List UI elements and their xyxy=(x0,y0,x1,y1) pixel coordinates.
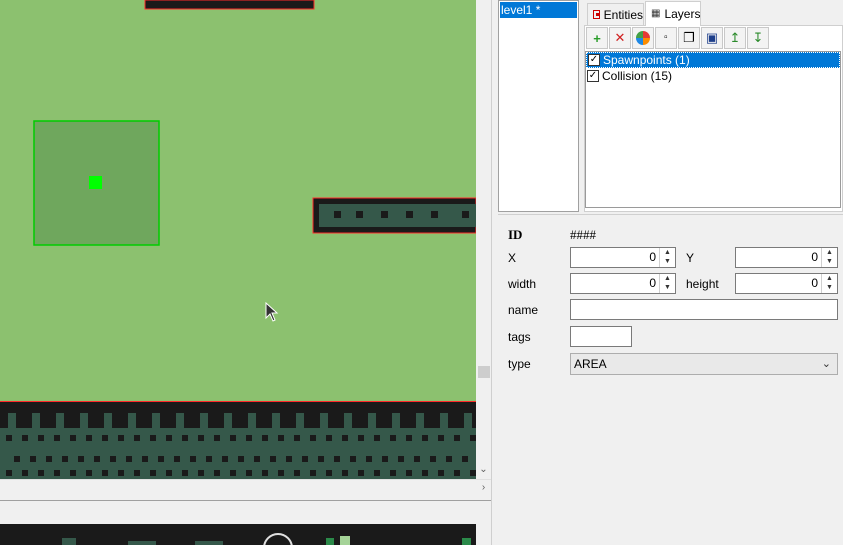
spin-up-icon: ▲ xyxy=(826,249,833,256)
panel-splitter[interactable] xyxy=(491,0,498,545)
entities-icon xyxy=(593,10,600,19)
tab-label: Entities xyxy=(603,7,643,22)
collision-ground xyxy=(0,401,476,479)
map-canvas[interactable] xyxy=(0,0,476,479)
level-item[interactable]: level1 * xyxy=(500,2,577,18)
select-layer-icon[interactable]: ▣ xyxy=(701,27,723,49)
tab-layers[interactable]: ▦ Layers xyxy=(645,1,701,26)
type-select[interactable]: AREA ⌄ xyxy=(570,353,838,375)
id-value: #### xyxy=(570,227,596,242)
delete-layer-icon[interactable]: ✕ xyxy=(609,27,631,49)
canvas-horizontal-scrollbar[interactable]: › xyxy=(0,479,491,496)
tileset-palette[interactable] xyxy=(0,524,491,545)
layer-label: Spawnpoints (1) xyxy=(603,53,690,67)
height-stepper[interactable]: ▲ ▼ xyxy=(821,274,837,293)
y-stepper[interactable]: ▲ ▼ xyxy=(821,248,837,267)
height-field[interactable]: 0 ▲ ▼ xyxy=(735,273,838,294)
layer-item-collision[interactable]: ✓ Collision (15) xyxy=(586,68,840,84)
height-label: height xyxy=(686,277,719,291)
tab-entities[interactable]: Entities xyxy=(587,3,644,25)
name-label: name xyxy=(508,303,539,317)
tags-input[interactable] xyxy=(570,326,632,347)
height-value: 0 xyxy=(811,276,818,290)
rename-layer-icon[interactable]: ▫ xyxy=(655,27,677,49)
y-label: Y xyxy=(686,251,695,265)
color-layer-icon[interactable] xyxy=(632,27,654,49)
pane-divider xyxy=(0,500,491,501)
spawnpoint-marker xyxy=(89,176,102,189)
name-input[interactable] xyxy=(570,299,838,320)
width-value: 0 xyxy=(649,276,656,290)
layer-label: Collision (15) xyxy=(602,69,673,83)
width-label: width xyxy=(508,277,537,291)
properties-divider xyxy=(498,214,843,215)
layer-list[interactable]: ✓ Spawnpoints (1) ✓ Collision (15) xyxy=(585,51,841,208)
collision-block-right xyxy=(312,197,476,234)
level-list[interactable]: level1 * xyxy=(498,0,579,212)
tags-label: tags xyxy=(508,330,531,344)
width-stepper[interactable]: ▲ ▼ xyxy=(659,274,675,293)
layers-icon: ▦ xyxy=(651,8,661,19)
move-up-icon[interactable]: ↥ xyxy=(724,27,746,49)
y-value: 0 xyxy=(811,250,818,264)
id-label: ID xyxy=(508,227,523,242)
x-label: X xyxy=(508,251,517,265)
canvas-vertical-scrollbar[interactable]: ⌄ xyxy=(476,0,491,479)
collision-block-top xyxy=(144,0,315,10)
type-value: AREA xyxy=(574,357,607,371)
spin-down-icon: ▼ xyxy=(664,284,671,291)
spin-up-icon: ▲ xyxy=(826,275,833,282)
tab-label: Layers xyxy=(664,7,701,21)
y-field[interactable]: 0 ▲ ▼ xyxy=(735,247,838,268)
x-stepper[interactable]: ▲ ▼ xyxy=(659,248,675,267)
move-down-icon[interactable]: ↧ xyxy=(747,27,769,49)
layer-item-spawnpoints[interactable]: ✓ Spawnpoints (1) xyxy=(586,52,840,68)
scroll-right-icon[interactable]: › xyxy=(476,480,491,495)
spin-up-icon: ▲ xyxy=(664,275,671,282)
tileset-tiles xyxy=(0,524,491,545)
layer-toolbar: + ✕ ▫ ❐ ▣ ↥ ↧ xyxy=(586,27,769,51)
scrollbar-thumb[interactable] xyxy=(478,366,490,378)
chevron-down-icon: ⌄ xyxy=(821,358,831,370)
x-value: 0 xyxy=(649,250,656,264)
width-field[interactable]: 0 ▲ ▼ xyxy=(570,273,676,294)
scroll-down-icon[interactable]: ⌄ xyxy=(476,462,491,477)
mouse-cursor-icon xyxy=(265,302,279,322)
duplicate-layer-icon[interactable]: ❐ xyxy=(678,27,700,49)
map-tiles xyxy=(0,0,476,479)
add-layer-icon[interactable]: + xyxy=(586,27,608,49)
x-field[interactable]: 0 ▲ ▼ xyxy=(570,247,676,268)
layer-visibility-checkbox[interactable]: ✓ xyxy=(588,54,600,66)
spin-down-icon: ▼ xyxy=(826,284,833,291)
spin-down-icon: ▼ xyxy=(664,258,671,265)
type-label: type xyxy=(508,357,531,371)
layer-visibility-checkbox[interactable]: ✓ xyxy=(587,70,599,82)
spin-down-icon: ▼ xyxy=(826,258,833,265)
spin-up-icon: ▲ xyxy=(664,249,671,256)
